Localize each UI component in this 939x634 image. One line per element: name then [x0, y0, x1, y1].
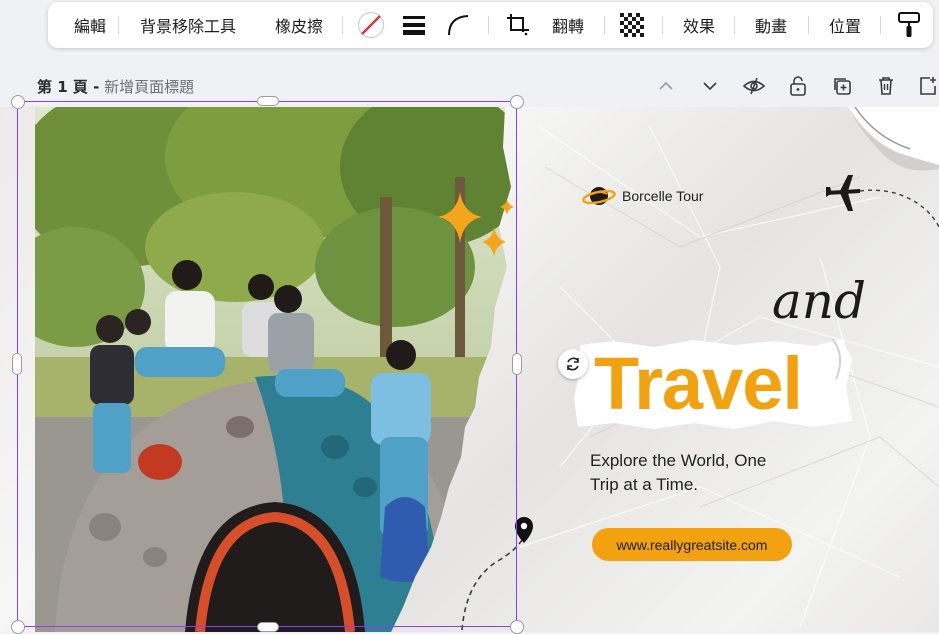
corner-rounding-icon[interactable]: [440, 2, 476, 48]
tagline-text[interactable]: Explore the World, One Trip at a Time.: [590, 449, 800, 497]
effects-button[interactable]: 效果: [682, 2, 716, 48]
toolbar-divider: [662, 16, 663, 34]
toolbar-divider: [880, 16, 881, 34]
toolbar-divider: [342, 16, 343, 34]
kids-playground-photo[interactable]: [35, 107, 520, 632]
hide-icon[interactable]: [740, 72, 768, 100]
edit-label: 編輯: [73, 17, 106, 36]
resize-handle-bottom[interactable]: [257, 622, 279, 632]
flip-button[interactable]: 翻轉: [552, 2, 584, 48]
color-slash-icon[interactable]: [354, 2, 388, 48]
transparency-icon[interactable]: [614, 2, 650, 48]
and-script-text[interactable]: and: [772, 272, 866, 330]
effects-label: 效果: [682, 17, 715, 36]
border-weight-icon[interactable]: [396, 2, 432, 48]
rotate-icon[interactable]: [558, 349, 588, 379]
eraser-button[interactable]: 橡皮擦: [272, 2, 326, 48]
brand-name: Borcelle Tour: [622, 188, 704, 204]
bg-remover-button[interactable]: 背景移除工具: [136, 2, 240, 48]
position-label: 位置: [828, 17, 861, 36]
travel-heading[interactable]: Travel: [594, 339, 803, 429]
airplane-icon: [826, 175, 939, 228]
page-title-input[interactable]: 新增頁面標題: [104, 78, 194, 96]
bg-remover-label: 背景移除工具: [139, 17, 236, 36]
add-page-icon[interactable]: [914, 72, 939, 100]
lock-icon[interactable]: [784, 72, 812, 100]
page-label: 第 1 頁 -: [37, 78, 100, 96]
toolbar-divider: [734, 16, 735, 34]
edit-button[interactable]: 編輯: [58, 2, 122, 48]
flip-label: 翻轉: [552, 17, 585, 36]
design-page[interactable]: Borcelle Tour and Travel Explore the Wor…: [0, 107, 939, 632]
image-toolbar: 編輯 背景移除工具 橡皮擦 翻轉 效果 動畫 位置: [48, 2, 933, 48]
animate-label: 動畫: [754, 17, 787, 36]
eraser-label: 橡皮擦: [274, 17, 323, 36]
planet-logo-icon: [582, 187, 616, 205]
chevron-up-icon[interactable]: [652, 72, 680, 100]
delete-icon[interactable]: [872, 72, 900, 100]
resize-handle-top-left[interactable]: [11, 95, 25, 109]
resize-handle-top-right[interactable]: [510, 95, 524, 109]
map-pin-icon: [461, 517, 533, 631]
toolbar-divider: [808, 16, 809, 34]
resize-handle-left[interactable]: [12, 353, 22, 375]
duplicate-icon[interactable]: [828, 72, 856, 100]
page-header: 第 1 頁 - 新增頁面標題: [37, 76, 194, 97]
resize-handle-top[interactable]: [257, 96, 279, 106]
tagline-line: Trip at a Time.: [590, 475, 699, 494]
toolbar-divider: [118, 16, 119, 34]
resize-handle-right[interactable]: [512, 353, 522, 375]
brand-logo: Borcelle Tour: [582, 184, 703, 208]
position-button[interactable]: 位置: [827, 2, 863, 48]
toolbar-divider: [604, 16, 605, 34]
tagline-line: Explore the World, One: [590, 451, 767, 470]
sparkle-icon: [438, 192, 514, 257]
website-button[interactable]: www.reallygreatsite.com: [592, 528, 792, 561]
website-url: www.reallygreatsite.com: [616, 536, 768, 553]
copy-style-icon[interactable]: [892, 2, 926, 48]
toolbar-divider: [488, 16, 489, 34]
animate-button[interactable]: 動畫: [754, 2, 788, 48]
chevron-down-icon[interactable]: [696, 72, 724, 100]
crop-icon[interactable]: [498, 2, 538, 48]
